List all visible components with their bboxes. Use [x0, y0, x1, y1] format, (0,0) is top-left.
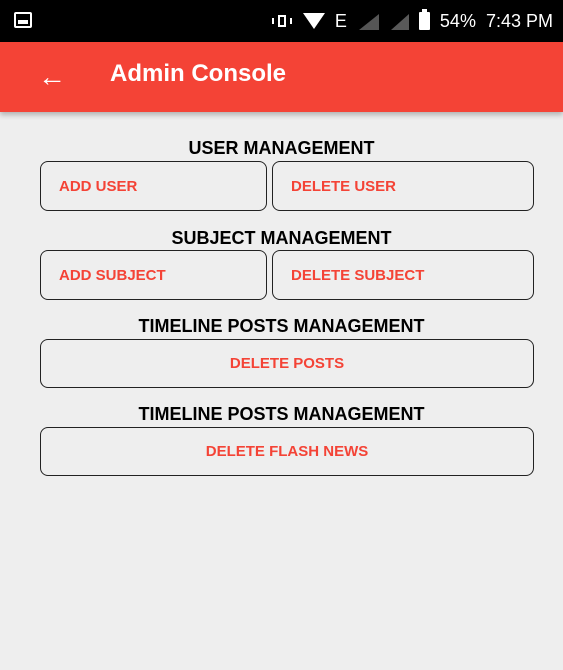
delete-posts-button[interactable]: DELETE POSTS	[40, 339, 534, 388]
clock: 7:43 PM	[485, 10, 553, 31]
add-user-button[interactable]: ADD USER	[40, 161, 267, 211]
network-type-label: E	[334, 10, 347, 31]
signal-icon	[357, 12, 379, 30]
status-icons: E 54% 7:43 PM	[271, 0, 553, 42]
app-bar: ← Admin Console	[0, 42, 563, 112]
timeline-posts-heading: TIMELINE POSTS MANAGEMENT	[138, 316, 425, 336]
wifi-icon	[302, 13, 325, 29]
battery-icon	[418, 9, 430, 30]
subject-management-heading: SUBJECT MANAGEMENT	[171, 228, 392, 248]
add-subject-button[interactable]: ADD SUBJECT	[40, 250, 267, 300]
signal-secondary-icon	[389, 12, 409, 30]
arrow-left-icon[interactable]: ←	[38, 62, 66, 92]
delete-flash-news-button[interactable]: DELETE FLASH NEWS	[40, 427, 534, 476]
page-title: Admin Console	[110, 60, 287, 87]
status-bar: E 54% 7:43 PM	[0, 0, 563, 42]
flash-news-heading: TIMELINE POSTS MANAGEMENT	[138, 404, 425, 424]
battery-percent: 54%	[439, 10, 476, 31]
user-management-heading: USER MANAGEMENT	[188, 138, 375, 158]
delete-user-button[interactable]: DELETE USER	[272, 161, 534, 211]
gallery-notification-icon	[14, 12, 32, 28]
delete-subject-button[interactable]: DELETE SUBJECT	[272, 250, 534, 300]
vibrate-icon	[271, 13, 293, 29]
